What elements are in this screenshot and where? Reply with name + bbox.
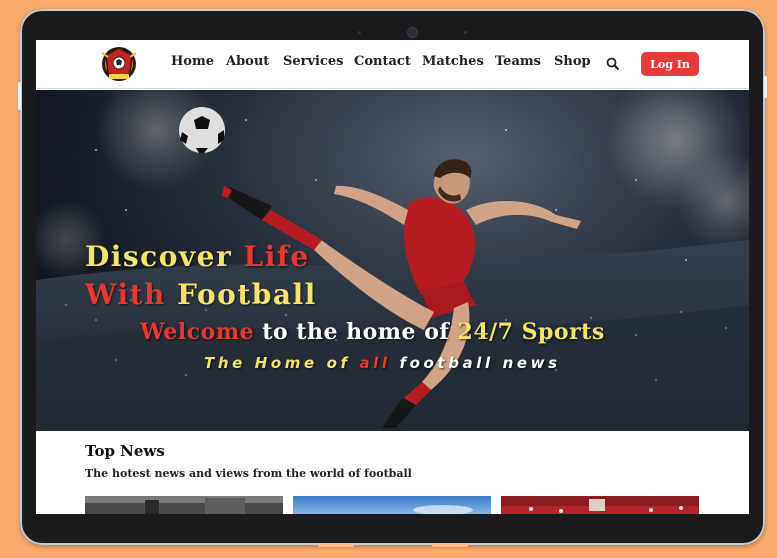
sensor-dot bbox=[464, 31, 467, 34]
search-icon[interactable] bbox=[606, 57, 620, 71]
news-thumbnail bbox=[501, 496, 699, 514]
nav-teams[interactable]: Teams bbox=[495, 54, 541, 69]
nav-shop[interactable]: Shop bbox=[554, 54, 591, 69]
tagline-word: all bbox=[359, 354, 391, 372]
hero-welcome-line: Welcome to the home of 24/7 Sports bbox=[140, 319, 605, 345]
club-logo[interactable] bbox=[94, 43, 144, 85]
login-button[interactable]: Log In bbox=[641, 52, 699, 76]
tagline-word: The Home of bbox=[204, 354, 351, 372]
headline-word: With bbox=[85, 278, 166, 311]
headline-word: Discover bbox=[85, 240, 233, 273]
volume-button bbox=[18, 82, 21, 110]
headline-word: Football bbox=[177, 278, 317, 311]
camera-icon bbox=[408, 28, 417, 37]
nav-contact[interactable]: Contact bbox=[354, 54, 411, 69]
nav-home[interactable]: Home bbox=[171, 54, 214, 69]
top-news-title: Top News bbox=[85, 442, 165, 460]
bottom-port bbox=[318, 543, 354, 547]
website-screen: Home About Services Contact Matches Team… bbox=[36, 40, 749, 514]
welcome-word: 24/7 Sports bbox=[457, 319, 605, 345]
nav-about[interactable]: About bbox=[226, 54, 269, 69]
top-navbar: Home About Services Contact Matches Team… bbox=[36, 40, 749, 89]
news-thumbnail bbox=[293, 496, 491, 514]
news-card-1[interactable] bbox=[85, 496, 283, 514]
news-thumbnail bbox=[85, 496, 283, 514]
hero-tagline: The Home of all football news bbox=[204, 354, 561, 372]
welcome-word: Welcome bbox=[140, 319, 255, 345]
news-card-3[interactable] bbox=[501, 496, 699, 514]
sensor-dot bbox=[358, 31, 361, 34]
nav-services[interactable]: Services bbox=[283, 54, 344, 69]
bottom-port bbox=[432, 543, 468, 547]
tagline-word: football news bbox=[399, 354, 561, 372]
hero-headline-line2: With Football bbox=[85, 278, 317, 311]
power-button bbox=[764, 76, 767, 98]
news-card-2[interactable] bbox=[293, 496, 491, 514]
hero-headline-line1: Discover Life bbox=[85, 240, 310, 273]
nav-matches[interactable]: Matches bbox=[422, 54, 484, 69]
welcome-word: to the home of bbox=[262, 319, 450, 345]
headline-word: Life bbox=[243, 240, 310, 273]
top-news-subtitle: The hotest news and views from the world… bbox=[85, 467, 412, 480]
hero-banner: Discover Life With Football Welcome to t… bbox=[36, 90, 749, 431]
